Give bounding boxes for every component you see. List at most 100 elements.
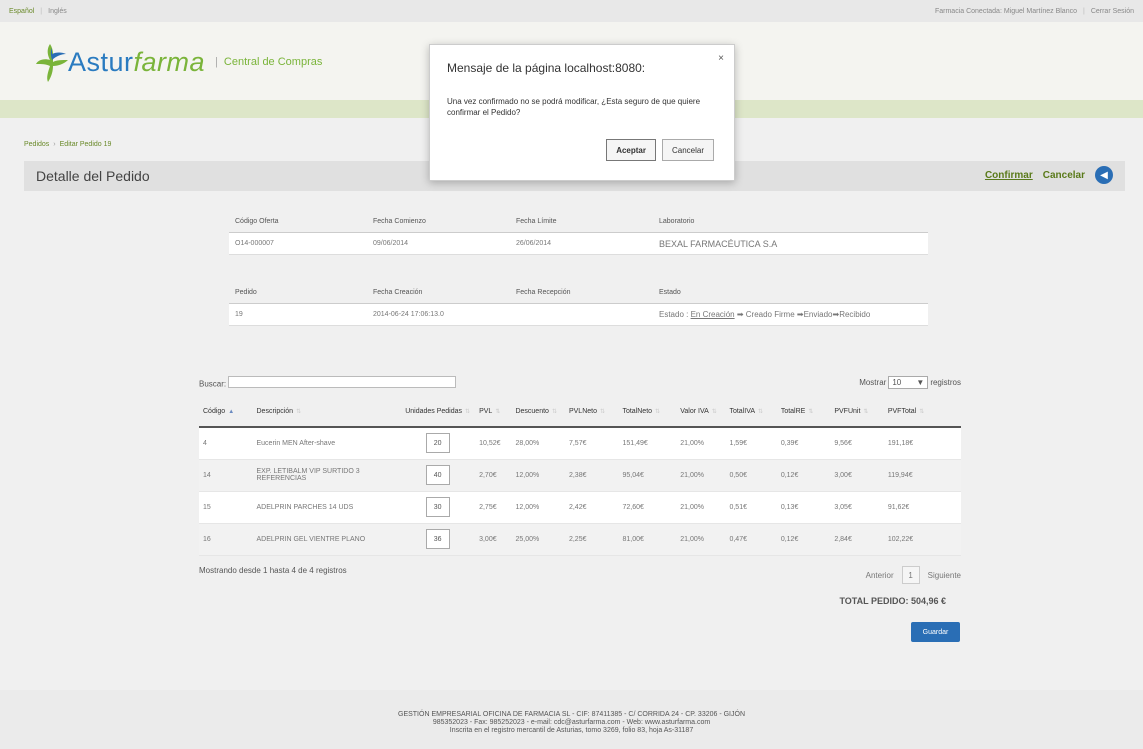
prev-page-button[interactable]: Anterior: [866, 571, 894, 580]
cell-pvl: 2,75€: [475, 491, 512, 524]
cell-totaliva: 0,50€: [725, 459, 777, 492]
save-button[interactable]: Guardar: [911, 622, 960, 642]
cell-pvfunit: 2,84€: [830, 523, 884, 556]
page-size-value: 10: [892, 377, 902, 387]
offer-code-value: O14-000007: [235, 240, 274, 247]
cell-pvfunit: 3,00€: [830, 459, 884, 492]
table-controls: Buscar: Mostrar 10 ▼ registros: [199, 374, 961, 390]
order-id-value: 19: [235, 311, 243, 318]
col-header-totalre[interactable]: TotalRE ⇅: [776, 396, 831, 428]
footer-registry-line: Inscrita en el registro mercantil de Ast…: [449, 727, 694, 734]
col-header-totalneto[interactable]: TotalNeto ⇅: [618, 396, 677, 428]
cell-units: 30: [400, 491, 476, 524]
offer-header-row: Código Oferta Fecha Comienzo Fecha Límit…: [229, 211, 928, 233]
back-arrow-icon[interactable]: ◀: [1095, 166, 1113, 184]
cell-discount: 12,00%: [511, 491, 565, 524]
offer-value-row: O14-000007 09/06/2014 26/06/2014 BEXAL F…: [229, 233, 928, 255]
cell-pvfunit: 3,05€: [830, 491, 884, 524]
col-header-code[interactable]: Código ▲: [199, 396, 253, 428]
breadcrumb-separator-icon: ›: [53, 141, 56, 148]
col-header-units[interactable]: Unidades Pedidas ⇅: [400, 396, 476, 428]
sort-icon: ⇅: [551, 408, 557, 415]
cell-totalre: 0,39€: [776, 427, 831, 460]
cell-pvftotal: 191,18€: [883, 427, 961, 460]
cell-code: 14: [199, 459, 253, 492]
separator: |: [40, 7, 43, 15]
cell-description: Eucerin MEN After-shave: [252, 427, 401, 460]
dialog-cancel-button[interactable]: Cancelar: [661, 139, 714, 161]
dropdown-arrow-icon: ▼: [916, 377, 925, 387]
col-header-discount[interactable]: Descuento ⇅: [511, 396, 565, 428]
cell-totaliva: 0,47€: [725, 523, 777, 556]
col-header-pvl[interactable]: PVL ⇅: [475, 396, 512, 428]
units-input[interactable]: 36: [425, 529, 450, 549]
table-row: 14 EXP. LETIBALM VIP SURTIDO 3 REFERENCI…: [199, 459, 961, 492]
asturfarma-logo[interactable]: Asturfarma | Central de Compras: [36, 42, 322, 82]
lang-english-link[interactable]: Inglés: [48, 8, 67, 15]
sort-icon: ⇅: [919, 408, 925, 415]
units-input[interactable]: 20: [425, 433, 450, 454]
start-date-header: Fecha Comienzo: [373, 218, 426, 225]
cell-units: 40: [400, 459, 476, 492]
page-size-group: Mostrar 10 ▼ registros: [859, 375, 961, 389]
cell-discount: 25,00%: [511, 523, 565, 556]
page-size-select[interactable]: 10 ▼: [888, 375, 929, 389]
limit-date-header: Fecha Límite: [516, 218, 557, 225]
table-row: 4 Eucerin MEN After-shave 20 10,52€ 28,0…: [199, 427, 961, 460]
status-header: Estado: [659, 289, 681, 296]
col-header-pvftotal[interactable]: PVFTotal ⇅: [883, 396, 961, 428]
status-current: En Creación: [690, 310, 735, 319]
order-info-table: Pedido Fecha Creación Fecha Recepción Es…: [229, 282, 928, 326]
sort-icon: ⇅: [863, 408, 869, 415]
lang-spanish-link[interactable]: Español: [9, 8, 34, 15]
col-header-pvfunit[interactable]: PVFUnit ⇅: [830, 396, 884, 428]
dialog-message: Una vez confirmado no se podrá modificar…: [447, 97, 701, 117]
sort-icon: ⇅: [495, 408, 501, 415]
dialog-buttons: Aceptar Cancelar: [606, 139, 714, 161]
cell-totalneto: 81,00€: [618, 523, 677, 556]
close-icon[interactable]: ×: [718, 53, 724, 64]
accept-button[interactable]: Aceptar: [606, 139, 656, 161]
sort-icon: ⇅: [711, 408, 717, 415]
breadcrumb-current[interactable]: Editar Pedido 19: [60, 141, 112, 148]
cell-totalre: 0,13€: [776, 491, 831, 524]
cell-totalneto: 72,60€: [618, 491, 677, 524]
cell-valoriva: 21,00%: [676, 523, 726, 556]
col-header-totaliva[interactable]: TotalIVA ⇅: [725, 396, 777, 428]
cell-pvl: 2,70€: [475, 459, 512, 492]
cell-pvftotal: 91,62€: [883, 491, 961, 524]
creation-date-value: 2014-06-24 17:06:13.0: [373, 311, 444, 318]
units-input[interactable]: 40: [425, 465, 450, 485]
page-1-button[interactable]: 1: [901, 566, 920, 584]
next-page-button[interactable]: Siguiente: [928, 571, 961, 580]
col-header-description[interactable]: Descripción ⇅: [252, 396, 401, 428]
header-subtitle: | Central de Compras: [215, 56, 323, 68]
connected-pharmacy-label: Farmacia Conectada: Miguel Martínez Blan…: [934, 7, 1077, 15]
cell-valoriva: 21,00%: [676, 427, 726, 460]
order-value-row: 19 2014-06-24 17:06:13.0 Estado : En Cre…: [229, 304, 928, 326]
show-label: Mostrar: [859, 377, 887, 387]
breadcrumb-orders-link[interactable]: Pedidos: [24, 141, 49, 148]
page-footer: GESTIÓN EMPRESARIAL OFICINA DE FARMACIA …: [0, 690, 1143, 749]
col-header-valoriva[interactable]: Valor IVA ⇅: [676, 396, 726, 428]
search-group: Buscar:: [199, 375, 457, 389]
title-actions: Confirmar Cancelar ◀: [985, 166, 1113, 184]
cell-pvftotal: 119,94€: [883, 459, 961, 492]
units-input[interactable]: 30: [425, 497, 450, 517]
laboratory-header: Laboratorio: [659, 218, 695, 225]
pagination: Anterior 1 Siguiente: [866, 566, 961, 584]
search-label: Buscar:: [199, 379, 227, 389]
cancel-link[interactable]: Cancelar: [1043, 170, 1085, 181]
confirm-link[interactable]: Confirmar: [985, 170, 1033, 181]
search-input[interactable]: [228, 375, 457, 388]
cell-pvl: 10,52€: [475, 427, 512, 460]
cell-totaliva: 0,51€: [725, 491, 777, 524]
logout-link[interactable]: Cerrar Sesión: [1091, 8, 1134, 15]
cell-pvlneto: 7,57€: [564, 427, 619, 460]
cell-pvfunit: 9,56€: [830, 427, 884, 460]
logo-text-farma: farma: [133, 46, 206, 77]
cell-totaliva: 1,59€: [725, 427, 777, 460]
offer-code-header: Código Oferta: [235, 218, 279, 225]
table-footer: Mostrando desde 1 hasta 4 de 4 registros…: [199, 566, 961, 584]
col-header-pvlneto[interactable]: PVLNeto ⇅: [564, 396, 619, 428]
